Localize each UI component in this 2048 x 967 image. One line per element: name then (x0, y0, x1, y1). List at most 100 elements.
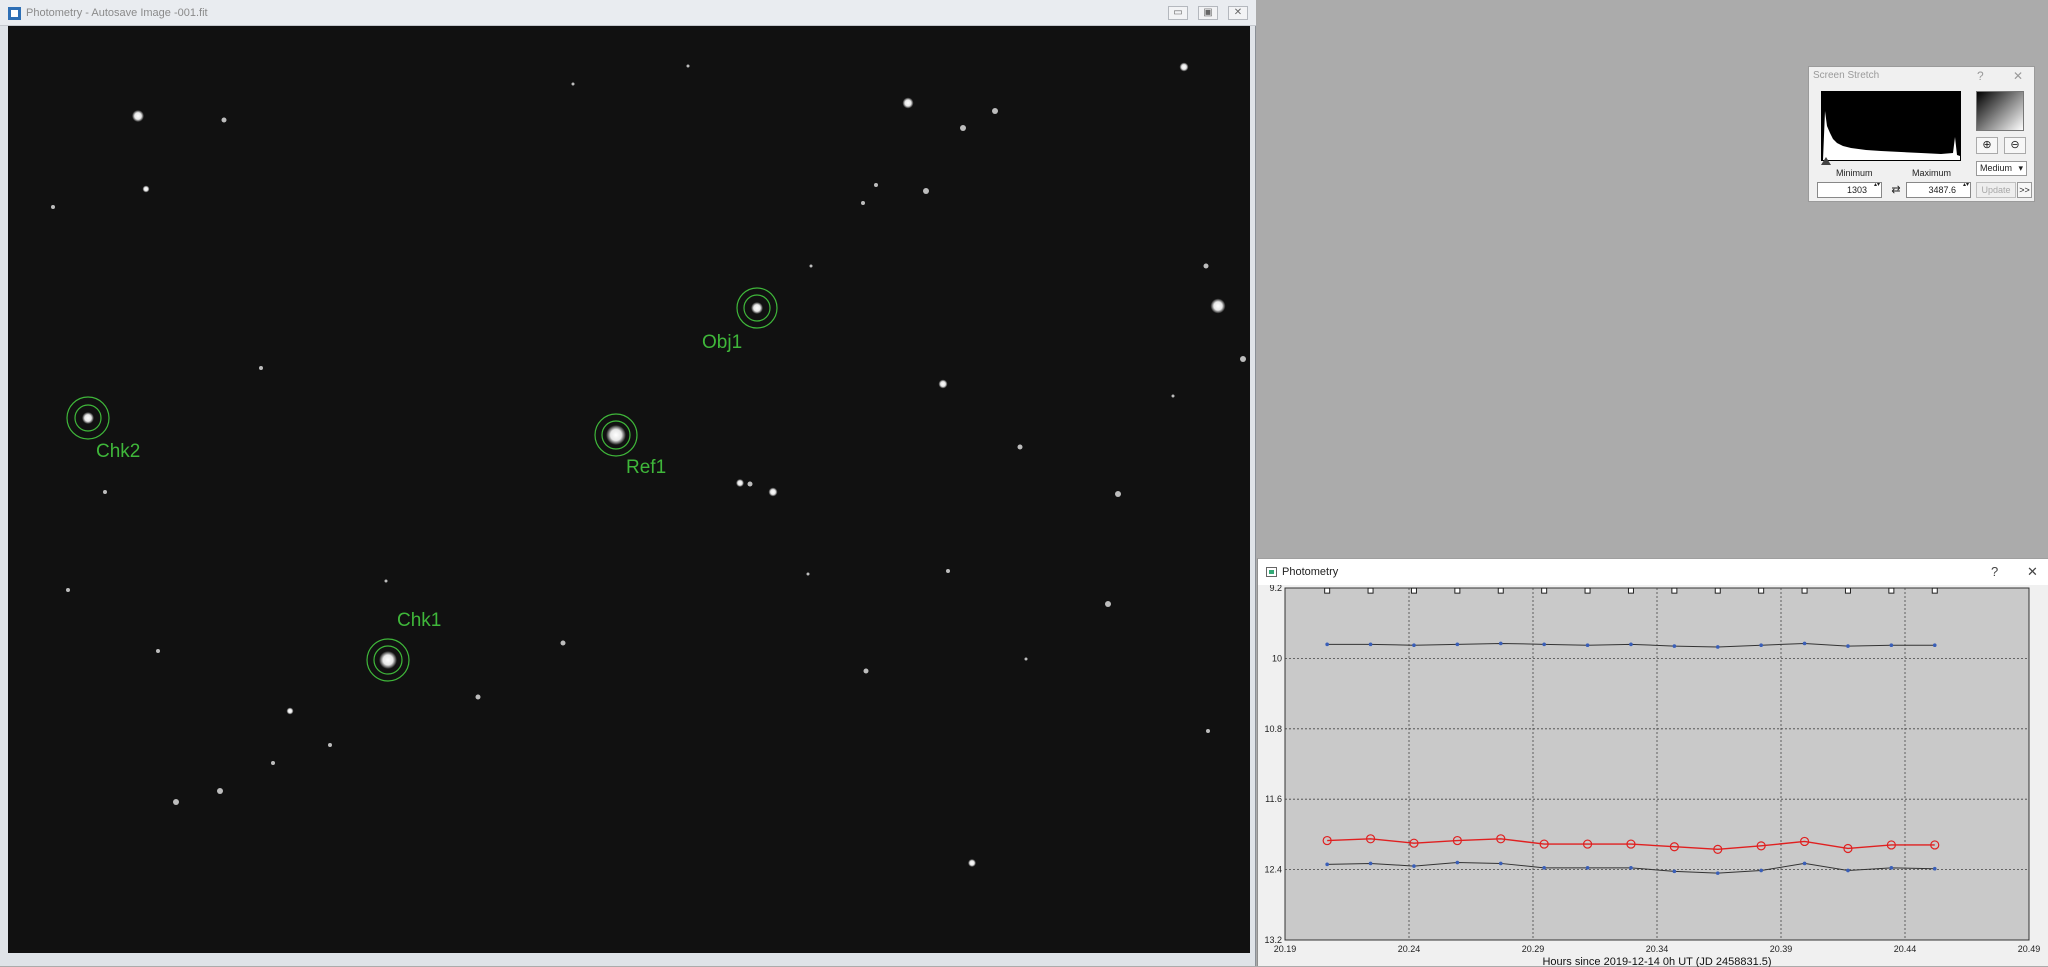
screen-stretch-panel: Screen Stretch ? ✕ ⊕ ⊖ Minimum Maximum M… (1808, 66, 2035, 202)
data-point (1627, 587, 1634, 594)
y-tick-label: 10 (1272, 653, 1282, 663)
data-point (1846, 868, 1850, 873)
more-button[interactable]: >> (2017, 182, 2032, 198)
star (806, 572, 810, 576)
star (863, 668, 869, 674)
data-point (1629, 866, 1633, 870)
star (809, 264, 813, 268)
star (747, 481, 753, 487)
data-point (1454, 587, 1461, 594)
data-point (1497, 587, 1504, 594)
star (217, 788, 223, 794)
x-axis-label: Hours since 2019-12-14 0h UT (JD 2458831… (1542, 956, 1771, 967)
data-point (1367, 587, 1374, 594)
y-tick-label: 11.6 (1265, 794, 1282, 804)
data-point (1412, 864, 1416, 868)
star (571, 82, 575, 86)
star (946, 569, 950, 573)
data-point (1455, 860, 1460, 865)
maximum-input[interactable]: 3487.6 (1906, 182, 1971, 198)
aperture-label-obj1: Obj1 (702, 332, 742, 353)
star (960, 125, 966, 131)
app-icon (8, 7, 21, 20)
photometry-title: Photometry (1282, 566, 1339, 578)
data-point (1888, 587, 1895, 594)
x-tick-label: 20.34 (1646, 944, 1669, 954)
star (938, 379, 948, 389)
star (1024, 657, 1028, 661)
star-field-image[interactable]: Obj1 Ref1 Chk1 Chk2 (8, 26, 1250, 953)
aperture-label-ref1: Ref1 (626, 457, 666, 478)
restore-button[interactable]: ▣ (1198, 6, 1218, 20)
star (286, 707, 294, 715)
data-point (1325, 862, 1329, 867)
light-curve-chart[interactable]: 9.21010.811.612.413.2 20.19 20.24 20.29 20.… (1258, 585, 2048, 967)
data-point (1368, 861, 1373, 866)
target-star (82, 412, 94, 424)
photometry-titlebar[interactable]: Photometry ? ✕ (1258, 559, 2048, 585)
star (1171, 394, 1175, 398)
data-point (1585, 643, 1590, 647)
star (271, 761, 275, 765)
stretch-mode-select[interactable]: Medium (1976, 161, 2027, 176)
swap-icon[interactable]: ⇄ (1888, 183, 1904, 198)
minimum-input[interactable]: 1303 (1817, 182, 1882, 198)
target-star (751, 302, 763, 314)
y-tick-label: 10.8 (1264, 724, 1282, 734)
y-tick-label: 9.2 (1269, 585, 1282, 593)
data-point (1714, 587, 1721, 594)
star (560, 640, 566, 646)
data-point (1759, 643, 1763, 647)
zoom-in-icon[interactable]: ⊕ (1976, 137, 1998, 154)
data-point (1498, 641, 1503, 646)
stretch-gradient-preview (1976, 91, 2024, 131)
aperture-chk2[interactable]: Chk2 (66, 396, 140, 462)
data-point (1368, 642, 1373, 647)
data-point (1932, 643, 1937, 647)
star (686, 64, 690, 68)
photometry-app-icon (1266, 567, 1277, 577)
x-tick-label: 20.24 (1398, 944, 1421, 954)
star (923, 188, 929, 194)
star (1115, 491, 1121, 497)
data-point (1759, 868, 1763, 873)
data-point (1324, 587, 1331, 594)
star (1206, 729, 1210, 733)
data-point (1542, 642, 1546, 647)
star (66, 588, 70, 592)
aperture-chk1[interactable]: Chk1 (366, 610, 441, 682)
star (142, 185, 150, 193)
image-window-titlebar[interactable]: Photometry - Autosave Image -001.fit ▭ ▣… (0, 0, 1256, 26)
star (874, 183, 878, 187)
image-window-title: Photometry - Autosave Image -001.fit (26, 7, 208, 19)
minimize-button[interactable]: ▭ (1168, 6, 1188, 20)
aperture-obj1[interactable]: Obj1 (702, 287, 778, 353)
data-point (1542, 866, 1546, 870)
minimum-label: Minimum (1836, 168, 1873, 178)
y-tick-label: 12.4 (1264, 865, 1282, 875)
aperture-ref1[interactable]: Ref1 (594, 413, 666, 478)
data-point (1325, 642, 1329, 647)
close-icon[interactable]: ✕ (2013, 69, 2023, 83)
x-tick-labels: 20.19 20.24 20.29 20.34 20.39 20.44 20.49 (1274, 944, 2041, 954)
data-point (1931, 587, 1938, 594)
histogram[interactable] (1821, 91, 1961, 165)
close-icon[interactable]: ✕ (2027, 564, 2038, 580)
update-button[interactable]: Update (1976, 182, 2016, 198)
data-point (1846, 644, 1850, 648)
help-button[interactable]: ? (1991, 564, 1998, 579)
data-point (1410, 587, 1417, 594)
star (902, 97, 914, 109)
screen-stretch-title: Screen Stretch (1813, 70, 1880, 81)
star (768, 487, 778, 497)
target-star (379, 651, 397, 669)
help-button[interactable]: ? (1977, 69, 1984, 83)
min-slider-handle (1821, 157, 1831, 165)
data-point (1802, 861, 1807, 866)
data-point (1801, 587, 1808, 594)
star (328, 743, 332, 747)
star (861, 201, 865, 205)
close-button[interactable]: ✕ (1228, 6, 1248, 20)
data-point (1584, 587, 1591, 594)
zoom-out-icon[interactable]: ⊖ (2004, 137, 2026, 154)
